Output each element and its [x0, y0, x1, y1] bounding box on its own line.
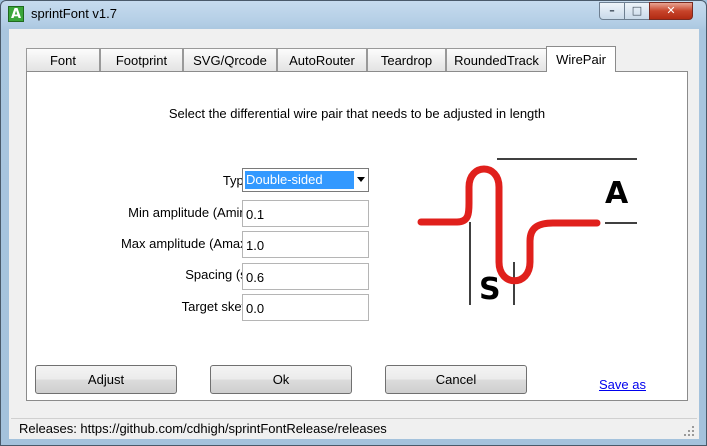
spacing-diagram-label: S	[479, 272, 501, 307]
target-skew-input[interactable]: 0.0	[242, 294, 369, 321]
tab-svg-qrcode[interactable]: SVG/Qrcode	[183, 48, 277, 71]
wirepair-diagram: A S	[417, 158, 637, 307]
close-button[interactable]: ✕	[649, 2, 693, 20]
app-window: A sprintFont v1.7 – □ ✕ Font Footprint S…	[0, 0, 707, 446]
type-select[interactable]: Double-sided	[242, 168, 369, 192]
max-amplitude-input[interactable]: 1.0	[242, 231, 369, 258]
instruction-text: Select the differential wire pair that n…	[168, 106, 546, 121]
window-title: sprintFont v1.7	[31, 6, 117, 21]
status-bar: Releases: https://github.com/cdhigh/spri…	[11, 418, 697, 438]
minimize-button[interactable]: –	[599, 2, 625, 20]
tab-roundedtrack[interactable]: RoundedTrack	[446, 48, 547, 71]
maximize-button[interactable]: □	[624, 2, 650, 20]
client-area: Font Footprint SVG/Qrcode AutoRouter Tea…	[9, 29, 699, 439]
title-bar[interactable]: A sprintFont v1.7 – □ ✕	[1, 1, 706, 29]
amplitude-label: A	[605, 176, 629, 211]
min-amplitude-input[interactable]: 0.1	[242, 200, 369, 227]
ok-button[interactable]: Ok	[210, 365, 352, 394]
adjust-button[interactable]: Adjust	[35, 365, 177, 394]
resize-grip-icon[interactable]	[683, 425, 695, 437]
status-text: Releases: https://github.com/cdhigh/spri…	[19, 421, 387, 436]
tab-autorouter[interactable]: AutoRouter	[277, 48, 367, 71]
cancel-button[interactable]: Cancel	[385, 365, 527, 394]
trace-path	[417, 165, 601, 285]
app-logo-icon: A	[8, 6, 24, 22]
min-amplitude-label: Min amplitude (Amin)	[128, 205, 251, 220]
tab-font[interactable]: Font	[26, 48, 100, 71]
max-amplitude-label: Max amplitude (Amax)	[120, 236, 251, 251]
chevron-down-icon[interactable]	[357, 177, 365, 182]
wirepair-panel: Select the differential wire pair that n…	[26, 71, 688, 401]
spacing-input[interactable]: 0.6	[242, 263, 369, 290]
tab-teardrop[interactable]: Teardrop	[367, 48, 446, 71]
tab-wirepair[interactable]: WirePair	[546, 46, 616, 72]
tab-footprint[interactable]: Footprint	[100, 48, 183, 71]
save-as-link[interactable]: Save as	[599, 377, 646, 392]
type-select-value: Double-sided	[245, 171, 354, 189]
target-skew-label: Target skew	[181, 299, 251, 314]
